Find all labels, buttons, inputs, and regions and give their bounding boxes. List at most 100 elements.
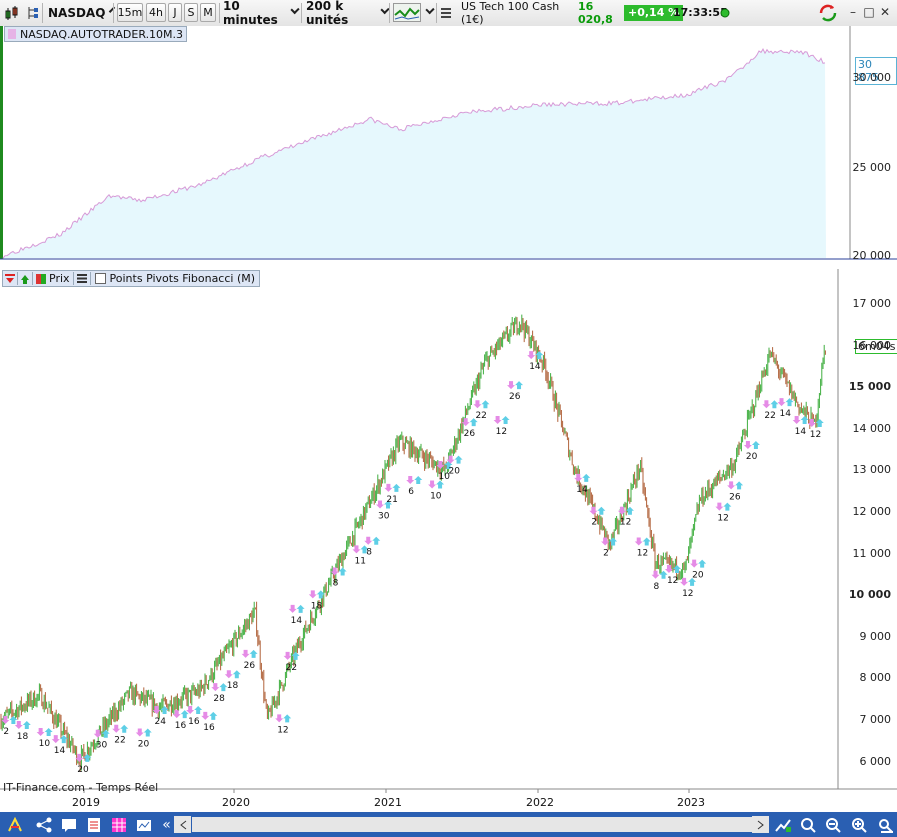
scroll-back-icon[interactable]: «	[158, 816, 175, 833]
pivot-down-arrow	[224, 670, 233, 679]
pivot-marker: 14	[777, 398, 794, 419]
main-ytick: 16 000	[852, 338, 892, 352]
pivot-up-arrow	[372, 536, 381, 545]
pivot-marker: 18	[14, 720, 31, 742]
pivot-up-arrow	[143, 728, 152, 737]
pivot-up-arrow	[249, 649, 258, 658]
pivot-down-arrow	[308, 590, 317, 599]
timeframe-15m-button[interactable]: 15m	[117, 3, 143, 22]
tree-nav-icon[interactable]	[27, 3, 41, 22]
pivot-label: 14	[780, 409, 792, 419]
pivot-label: 22	[764, 411, 775, 421]
pivot-marker: 16	[186, 706, 203, 727]
pivot-label: 22	[475, 411, 486, 421]
scroll-right-icon[interactable]	[752, 816, 769, 833]
bottom-toolbar: «	[0, 812, 897, 837]
drawing-tools-icon[interactable]	[6, 816, 23, 833]
pivot-down-arrow	[428, 480, 437, 489]
pivot-up-arrow	[642, 537, 651, 546]
clock-time: 17:33:55	[673, 6, 728, 19]
main-ytick: 10 000	[848, 588, 891, 602]
price-chart: 2 1810142030 22 2024 16 161628182612221418811…	[0, 269, 897, 793]
timeframe-4h-button[interactable]: 4h	[146, 3, 166, 22]
zoom-in-icon[interactable]	[850, 816, 867, 833]
pivot-down-arrow	[376, 500, 384, 509]
pivot-label: 14	[529, 362, 541, 372]
pivot-label: 12	[667, 576, 678, 586]
main-xtick: 2020	[222, 796, 250, 809]
comment-icon[interactable]	[60, 816, 77, 833]
pivot-down-arrow	[690, 559, 699, 568]
period-selector[interactable]: 10 minutes	[223, 0, 298, 27]
pivot-up-arrow	[723, 502, 732, 511]
main-ytick: 14 000	[852, 421, 892, 435]
pivot-up-arrow	[481, 400, 490, 409]
screenshot-icon[interactable]	[135, 816, 152, 833]
pivot-up-arrow	[44, 728, 53, 737]
quote-menu-icon[interactable]	[441, 3, 453, 22]
table-icon[interactable]	[110, 816, 127, 833]
pivot-down-arrow	[727, 481, 736, 490]
pivot-marker: 28	[211, 683, 228, 704]
pivot-label: 20	[746, 452, 758, 462]
pivot-label: 12	[637, 549, 648, 559]
pivot-up-arrow	[454, 455, 463, 464]
list-icon[interactable]	[85, 816, 102, 833]
close-icon[interactable]: ✕	[878, 5, 892, 19]
chart-style-icon[interactable]	[393, 3, 421, 22]
pivot-label: 24	[155, 717, 167, 727]
pivot-marker: 21	[384, 483, 401, 505]
main-ytick: 13 000	[852, 463, 892, 477]
timeframe-month-button[interactable]: M	[200, 3, 216, 22]
pivot-label: 8	[333, 578, 339, 588]
minimize-icon[interactable]: –	[846, 5, 860, 19]
pivot-marker: 22	[112, 724, 129, 746]
main-xtick: 2022	[526, 796, 554, 809]
pivot-label: 22	[114, 736, 125, 746]
pivot-down-arrow	[211, 683, 220, 692]
zoom-reset-icon[interactable]	[799, 816, 816, 833]
timeframe-week-button[interactable]: S	[184, 3, 198, 22]
share-icon[interactable]	[35, 816, 52, 833]
auto-scale-icon[interactable]	[774, 816, 791, 833]
chart-style-dropdown[interactable]	[421, 3, 433, 22]
pivot-marker: 12	[493, 416, 510, 437]
pivot-label: 26	[729, 492, 741, 502]
pivot-label: 12	[682, 589, 693, 599]
pivot-marker: 8	[651, 570, 668, 592]
units-selector[interactable]: 200 k unités	[306, 0, 388, 27]
pivot-marker: 20	[75, 753, 92, 775]
pivot-down-arrow	[743, 441, 752, 450]
pivot-marker: 16	[172, 710, 189, 731]
magnifier-settings-icon[interactable]	[876, 816, 893, 833]
pivot-down-arrow	[51, 735, 60, 744]
scroll-left-icon[interactable]	[174, 816, 191, 833]
zoom-out-icon[interactable]	[824, 816, 841, 833]
equity-area	[3, 49, 826, 259]
pivot-down-arrow	[507, 381, 516, 390]
pivot-down-arrow	[283, 651, 292, 660]
refresh-chart-icon[interactable]	[818, 3, 840, 22]
pivot-label: 18	[17, 732, 29, 742]
pivot-up-arrow	[22, 720, 31, 729]
pivot-up-arrow	[751, 441, 760, 450]
pivot-marker: 12	[680, 577, 697, 599]
main-ytick: 7 000	[859, 713, 892, 726]
pivot-up-arrow	[392, 483, 401, 492]
pivot-up-arrow	[209, 711, 218, 720]
pivot-down-arrow	[112, 724, 121, 733]
pivot-marker: 10	[36, 728, 53, 749]
pivot-up-arrow	[582, 473, 591, 482]
pivot-up-arrow	[597, 506, 606, 515]
pivot-down-arrow	[777, 398, 786, 407]
pivot-label: 21	[386, 495, 397, 505]
timeframe-day-button[interactable]: J	[168, 3, 182, 22]
horizontal-scrollbar[interactable]	[192, 817, 752, 832]
watermark: IT-Finance.com - Temps Réel	[3, 781, 159, 794]
maximize-icon[interactable]: □	[862, 5, 876, 19]
instrument-selector[interactable]: NASDAQ	[48, 3, 110, 22]
candlestick-chart-icon[interactable]	[4, 3, 22, 22]
pivot-label: 20	[449, 467, 461, 477]
pivot-marker: 2	[1, 715, 18, 737]
pivot-down-arrow	[406, 475, 415, 484]
